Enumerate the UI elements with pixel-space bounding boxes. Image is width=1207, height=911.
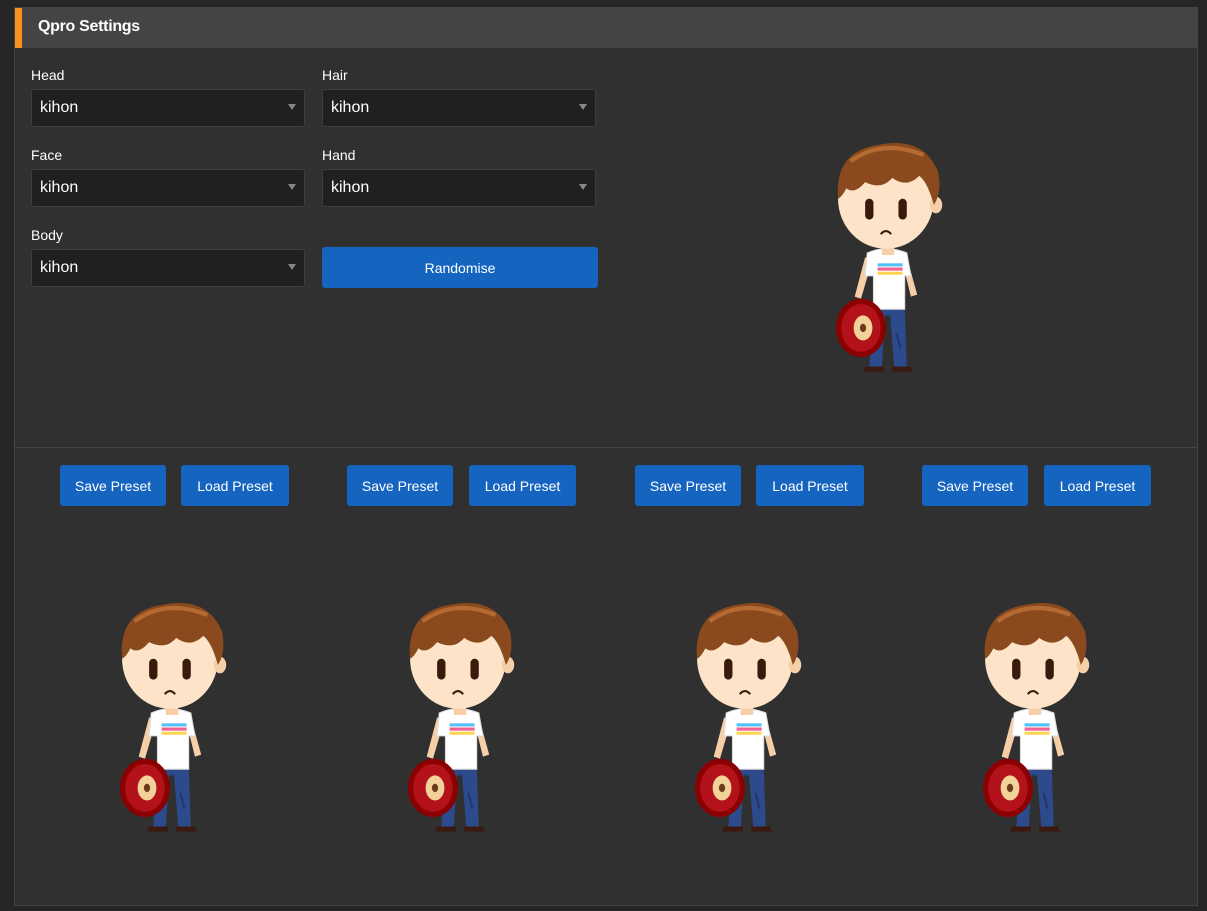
caret-down-icon: [288, 184, 296, 190]
save-preset-button-2[interactable]: Save Preset: [347, 465, 453, 506]
panel-header: Qpro Settings: [15, 8, 1197, 48]
load-preset-button-3[interactable]: Load Preset: [756, 465, 864, 506]
head-select-value: kihon: [40, 99, 79, 116]
qpro-avatar-preset-1: [103, 590, 239, 840]
caret-down-icon: [579, 104, 587, 110]
body-select-value: kihon: [40, 259, 79, 276]
face-select[interactable]: kihon: [31, 169, 305, 207]
panel-accent-bar: [15, 8, 22, 48]
caret-down-icon: [579, 184, 587, 190]
caret-down-icon: [288, 264, 296, 270]
body-label: Body: [31, 227, 63, 243]
save-preset-button-4[interactable]: Save Preset: [922, 465, 1028, 506]
panel-title: Qpro Settings: [38, 18, 140, 35]
hand-select-value: kihon: [331, 179, 370, 196]
save-preset-button-3[interactable]: Save Preset: [635, 465, 741, 506]
hair-select[interactable]: kihon: [322, 89, 596, 127]
hand-label: Hand: [322, 147, 356, 163]
hair-select-value: kihon: [331, 99, 370, 116]
qpro-avatar-preset-4: [966, 590, 1102, 840]
qpro-avatar-preset-3: [678, 590, 814, 840]
load-preset-button-4[interactable]: Load Preset: [1044, 465, 1151, 506]
hand-select[interactable]: kihon: [322, 169, 596, 207]
hair-label: Hair: [322, 67, 348, 83]
qpro-avatar-preset-2: [391, 590, 527, 840]
face-label: Face: [31, 147, 63, 163]
head-select[interactable]: kihon: [31, 89, 305, 127]
load-preset-button-1[interactable]: Load Preset: [181, 465, 289, 506]
qpro-settings-panel: Qpro Settings Head kihon Hair kihon Face…: [14, 7, 1198, 906]
face-select-value: kihon: [40, 179, 79, 196]
head-label: Head: [31, 67, 65, 83]
load-preset-button-2[interactable]: Load Preset: [469, 465, 576, 506]
body-select[interactable]: kihon: [31, 249, 305, 287]
qpro-avatar-preview: [819, 130, 955, 380]
randomise-button[interactable]: Randomise: [322, 247, 598, 288]
save-preset-button-1[interactable]: Save Preset: [60, 465, 166, 506]
caret-down-icon: [288, 104, 296, 110]
section-divider: [15, 447, 1197, 448]
